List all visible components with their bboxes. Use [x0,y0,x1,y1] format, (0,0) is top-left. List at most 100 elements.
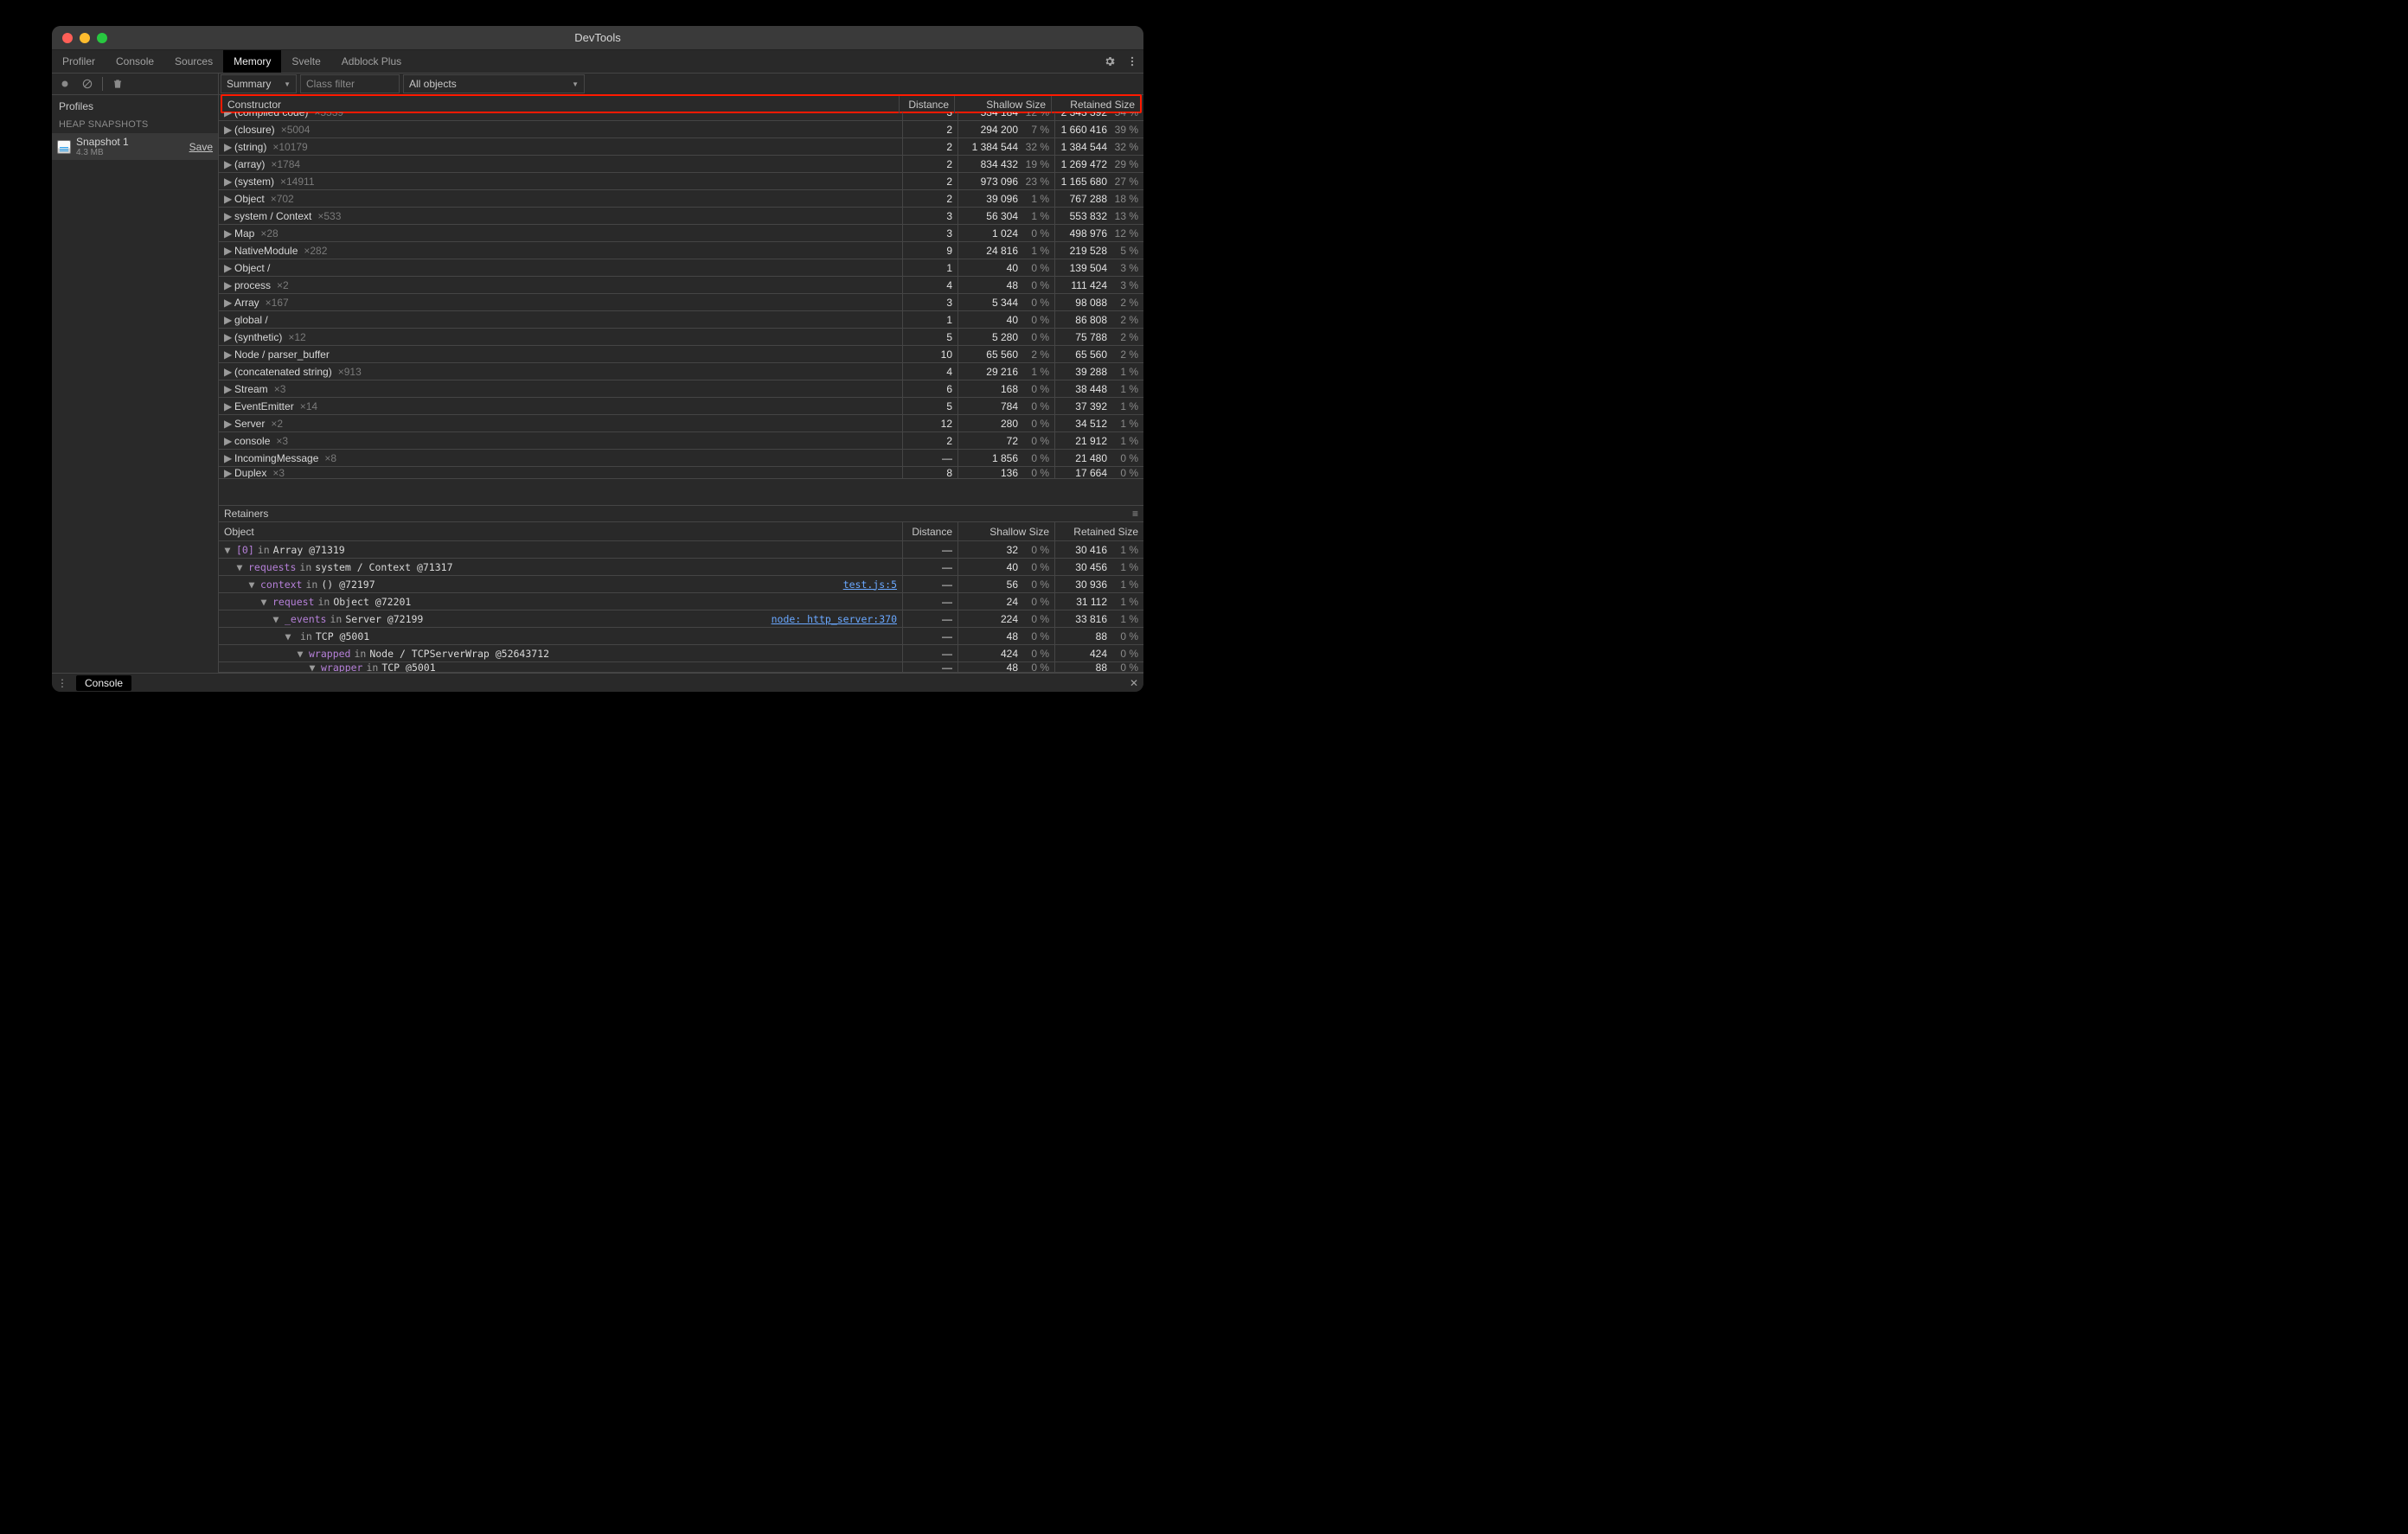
drawer-tab-console[interactable]: Console [76,675,131,691]
table-row[interactable]: ▶Stream×361680 %38 4481 % [219,380,1143,398]
ret-col-retained[interactable]: Retained Size [1055,522,1143,540]
view-mode-dropdown[interactable]: Summary ▼ [221,74,297,93]
table-row[interactable]: ▶Map×2831 0240 %498 97612 % [219,225,1143,242]
ret-col-distance[interactable]: Distance [903,522,958,540]
expand-icon[interactable]: ▶ [224,452,231,464]
expand-icon[interactable]: ▶ [224,297,231,309]
retainer-row[interactable]: ▼ in TCP @5001—480 %880 % [219,628,1143,645]
snapshot-save-link[interactable]: Save [189,141,213,153]
table-row[interactable]: ▶console×32720 %21 9121 % [219,432,1143,450]
constructor-cell: ▶EventEmitter×14 [219,398,903,414]
table-row[interactable]: ▶EventEmitter×1457840 %37 3921 % [219,398,1143,415]
retainer-row[interactable]: ▼requests in system / Context @71317—400… [219,559,1143,576]
table-row[interactable]: ▶Object /1400 %139 5043 % [219,259,1143,277]
snapshot-item[interactable]: Snapshot 1 4.3 MB Save [52,133,218,160]
expand-icon[interactable]: ▼ [224,544,231,556]
tab-memory[interactable]: Memory [223,50,281,73]
table-row[interactable]: ▶Node / parser_buffer1065 5602 %65 5602 … [219,346,1143,363]
expand-icon[interactable]: ▶ [224,112,231,118]
tab-sources[interactable]: Sources [164,50,223,73]
expand-icon[interactable]: ▶ [224,245,231,257]
retainer-row[interactable]: ▼wrapper in TCP @5001—480 %880 % [219,662,1143,673]
table-row[interactable]: ▶(array)×17842834 43219 %1 269 47229 % [219,156,1143,173]
table-row[interactable]: ▶(system)×149112973 09623 %1 165 68027 % [219,173,1143,190]
table-row[interactable]: ▶global /1400 %86 8082 % [219,311,1143,329]
table-row[interactable]: ▶NativeModule×282924 8161 %219 5285 % [219,242,1143,259]
expand-icon[interactable]: ▶ [224,124,231,136]
table-row[interactable]: ▶Duplex×381360 %17 6640 % [219,467,1143,479]
heap-snapshots-section: HEAP SNAPSHOTS [52,116,218,133]
table-row[interactable]: ▶Array×16735 3440 %98 0882 % [219,294,1143,311]
expand-icon[interactable]: ▶ [224,418,231,430]
expand-icon[interactable]: ▶ [224,383,231,395]
constructor-name: process [234,279,271,291]
gear-icon[interactable] [1098,50,1121,73]
expand-icon[interactable]: ▼ [285,630,291,642]
retainer-row[interactable]: ▼request in Object @72201—240 %31 1121 % [219,593,1143,610]
distance-cell: 3 [903,112,958,120]
retainer-row[interactable]: ▼wrapped in Node / TCPServerWrap @526437… [219,645,1143,662]
shallow-cell: 65 5602 % [958,346,1055,362]
retainer-row[interactable]: ▼context in () @72197test.js:5—560 %30 9… [219,576,1143,593]
expand-icon[interactable]: ▶ [224,193,231,205]
ret-col-object[interactable]: Object [219,522,903,540]
source-link[interactable]: test.js:5 [843,578,897,591]
retainers-menu-icon[interactable]: ≡ [1132,508,1138,520]
retainer-row[interactable]: ▼_events in Server @72199node: http_serv… [219,610,1143,628]
table-row[interactable]: ▶process×24480 %111 4243 % [219,277,1143,294]
kebab-menu-icon[interactable] [1121,50,1143,73]
tab-svelte[interactable]: Svelte [281,50,330,73]
retainer-row[interactable]: ▼[0] in Array @71319—320 %30 4161 % [219,541,1143,559]
tab-console[interactable]: Console [106,50,164,73]
drawer-kebab-icon[interactable]: ⋮ [57,677,67,689]
table-row[interactable]: ▶system / Context×533356 3041 %553 83213… [219,208,1143,225]
table-row[interactable]: ▶Object×702239 0961 %767 28818 % [219,190,1143,208]
close-icon[interactable]: ✕ [1130,677,1138,689]
expand-icon[interactable]: ▶ [224,279,231,291]
expand-icon[interactable]: ▼ [297,648,304,660]
expand-icon[interactable]: ▼ [260,596,267,608]
expand-icon[interactable]: ▶ [224,331,231,343]
expand-icon[interactable]: ▼ [236,561,243,573]
table-row[interactable]: ▶IncomingMessage×8—1 8560 %21 4800 % [219,450,1143,467]
col-retained[interactable]: Retained Size [1052,96,1140,113]
record-icon[interactable] [57,76,73,92]
tab-adblock-plus[interactable]: Adblock Plus [331,50,412,73]
table-row[interactable]: ▶(synthetic)×1255 2800 %75 7882 % [219,329,1143,346]
expand-icon[interactable]: ▶ [224,176,231,188]
constructor-name: (synthetic) [234,331,282,343]
expand-icon[interactable]: ▼ [248,578,255,591]
table-row[interactable]: ▶(concatenated string)×913429 2161 %39 2… [219,363,1143,380]
col-shallow[interactable]: Shallow Size [955,96,1052,113]
table-row[interactable]: ▶(string)×1017921 384 54432 %1 384 54432… [219,138,1143,156]
ret-col-shallow[interactable]: Shallow Size [958,522,1055,540]
clear-icon[interactable] [80,76,95,92]
expand-icon[interactable]: ▶ [224,262,231,274]
objects-filter-dropdown[interactable]: All objects ▼ [403,74,585,93]
expand-icon[interactable]: ▶ [224,400,231,412]
expand-icon[interactable]: ▶ [224,467,231,478]
expand-icon[interactable]: ▶ [224,348,231,361]
expand-icon[interactable]: ▶ [224,227,231,240]
expand-icon[interactable]: ▶ [224,435,231,447]
source-link[interactable]: node: http_server:370 [772,613,897,625]
class-filter-input[interactable]: Class filter [300,74,400,93]
tab-profiler[interactable]: Profiler [52,50,106,73]
expand-icon[interactable]: ▼ [272,613,279,625]
distance-cell: — [903,593,958,610]
expand-icon[interactable]: ▶ [224,141,231,153]
table-row[interactable]: ▶Server×2122800 %34 5121 % [219,415,1143,432]
table-row[interactable]: ▶(compiled code)×55393534 18412 %2 343 3… [219,112,1143,121]
expand-icon[interactable]: ▶ [224,314,231,326]
table-row[interactable]: ▶(closure)×50042294 2007 %1 660 41639 % [219,121,1143,138]
constructor-name: Server [234,418,265,430]
expand-icon[interactable]: ▶ [224,366,231,378]
expand-icon[interactable]: ▼ [309,662,316,672]
col-distance[interactable]: Distance [900,96,955,113]
trash-icon[interactable] [110,76,125,92]
constructor-name: EventEmitter [234,400,294,412]
expand-icon[interactable]: ▶ [224,210,231,222]
expand-icon[interactable]: ▶ [224,158,231,170]
col-constructor[interactable]: Constructor [222,96,900,113]
retainers-title-bar: Retainers ≡ [219,505,1143,522]
